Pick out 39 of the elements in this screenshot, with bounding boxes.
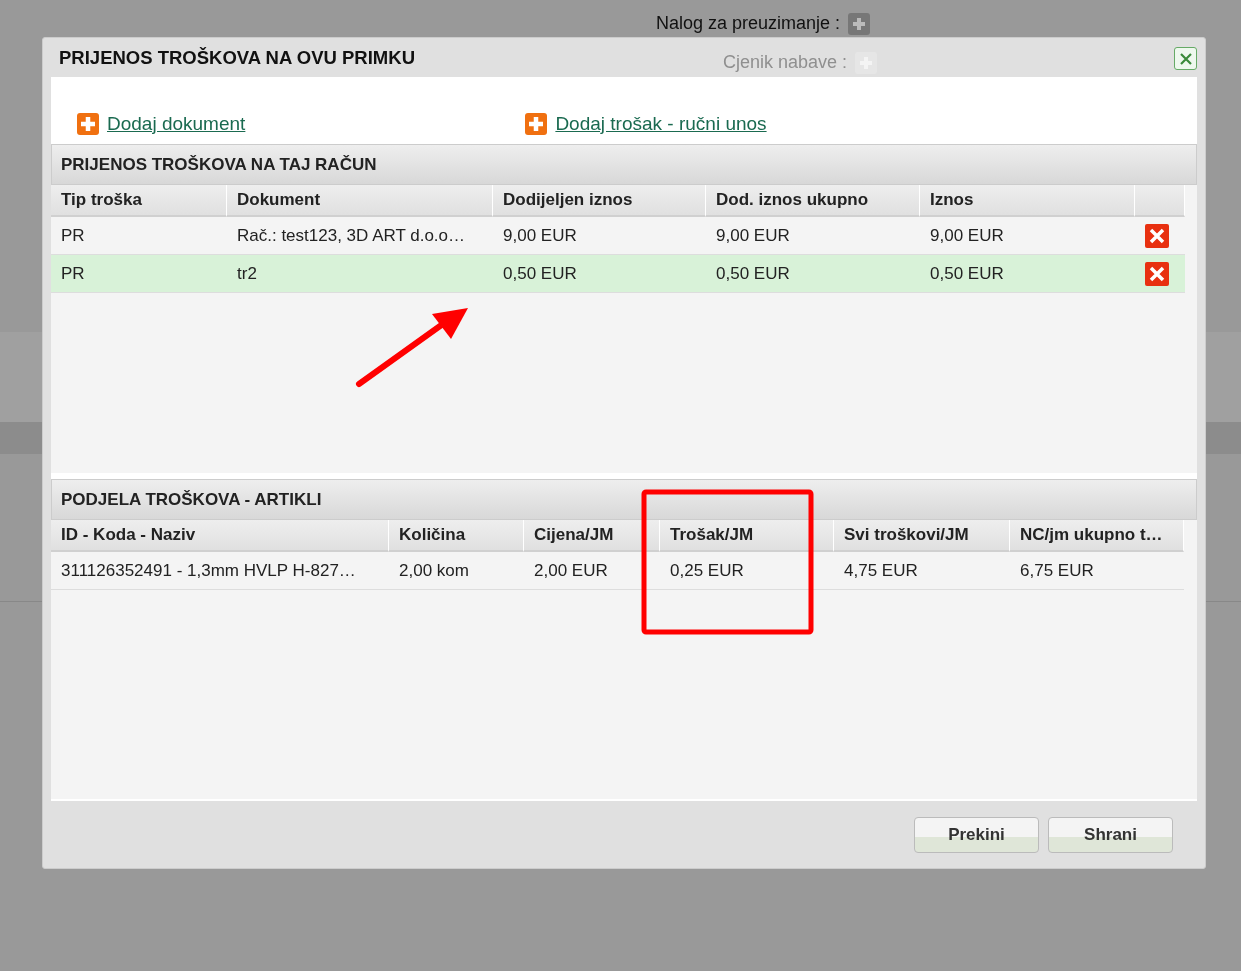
background-label: Nalog za preuzimanje : bbox=[656, 12, 841, 35]
column-header: Trošak/JM bbox=[660, 520, 834, 552]
dialog-button[interactable]: Shrani bbox=[1048, 816, 1173, 853]
column-header: Tip troška bbox=[51, 185, 227, 217]
table-cell: 4,75 EUR bbox=[834, 552, 1010, 590]
column-header: NC/jm ukupno t… bbox=[1010, 520, 1184, 552]
add-icon bbox=[525, 112, 548, 135]
table-cell: tr2 bbox=[227, 255, 493, 293]
column-header: Cijena/JM bbox=[524, 520, 660, 552]
dialog-button[interactable]: Prekini bbox=[914, 816, 1039, 853]
column-header: Dodijeljen iznos bbox=[493, 185, 706, 217]
delete-icon bbox=[1145, 223, 1169, 248]
column-header: ID - Koda - Naziv bbox=[51, 520, 389, 552]
close-icon bbox=[1178, 51, 1193, 66]
table-cell: 0,50 EUR bbox=[706, 255, 920, 293]
table-cell: 0,25 EUR bbox=[660, 552, 834, 590]
dialog-title: PRIJENOS TROŠKOVA NA OVU PRIMKU bbox=[59, 45, 415, 70]
table-cell: PR bbox=[51, 255, 227, 293]
column-header: Dod. iznos ukupno bbox=[706, 185, 920, 217]
close-button[interactable] bbox=[1174, 47, 1197, 70]
column-header bbox=[1135, 185, 1185, 217]
background-label: Cjenik nabave : bbox=[723, 51, 848, 74]
column-header: Svi troškovi/JM bbox=[834, 520, 1010, 552]
column-header: Iznos bbox=[920, 185, 1135, 217]
delete-icon bbox=[1145, 261, 1169, 286]
section-header: PODJELA TROŠKOVA - ARTIKLI bbox=[51, 479, 1197, 520]
column-header: Dokument bbox=[227, 185, 493, 217]
section-header: PRIJENOS TROŠKOVA NA TAJ RAČUN bbox=[51, 144, 1197, 185]
add-icon bbox=[77, 112, 99, 135]
table-cell: 2,00 EUR bbox=[524, 552, 660, 590]
table-cell: 6,75 EUR bbox=[1010, 552, 1184, 590]
table-cell: 0,50 EUR bbox=[920, 255, 1135, 293]
add-icon bbox=[848, 12, 871, 35]
link[interactable]: Dodaj trošak - ručni unos bbox=[555, 109, 767, 138]
table-cell: 311126352491 - 1,3mm HVLP H-827… bbox=[51, 552, 389, 590]
link[interactable]: Dodaj dokument bbox=[107, 109, 246, 138]
table-cell: 2,00 kom bbox=[389, 552, 524, 590]
table-cell: 0,50 EUR bbox=[493, 255, 706, 293]
column-header: Količina bbox=[389, 520, 524, 552]
